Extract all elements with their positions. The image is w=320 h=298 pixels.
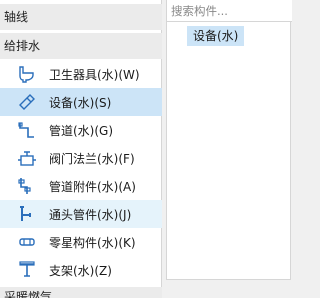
tree-item-pipe[interactable]: 管道(水)(G) xyxy=(0,116,162,144)
category-axis[interactable]: 轴线 xyxy=(0,4,162,30)
tree-item-pipe-accessory[interactable]: 管道附件(水)(A) xyxy=(0,172,162,200)
valve-flange-icon xyxy=(16,147,38,169)
pipe-icon xyxy=(16,119,38,141)
misc-component-icon xyxy=(16,231,38,253)
category-water[interactable]: 给排水 xyxy=(0,33,162,59)
tree-item-label: 管道(水)(G) xyxy=(49,123,114,138)
category-hvac[interactable]: 采暖燃气 xyxy=(0,287,162,298)
pipe-accessory-icon xyxy=(16,175,38,197)
component-item-equipment[interactable]: 设备(水) xyxy=(187,26,245,46)
panel-footer xyxy=(166,280,291,298)
tree-item-label: 管道附件(水)(A) xyxy=(49,179,136,194)
tree-item-misc-component[interactable]: 零星构件(水)(K) xyxy=(0,228,162,256)
tree-item-equipment[interactable]: 设备(水)(S) xyxy=(0,88,162,116)
search-input[interactable] xyxy=(167,0,292,21)
equipment-icon xyxy=(16,91,38,113)
bracket-icon xyxy=(16,259,38,281)
tree-item-bracket[interactable]: 支架(水)(Z) xyxy=(0,256,162,284)
tree-item-label: 零星构件(水)(K) xyxy=(49,235,136,250)
search-box xyxy=(167,0,292,22)
tree-item-label: 支架(水)(Z) xyxy=(49,263,112,278)
tree-item-valve-flange[interactable]: 阀门法兰(水)(F) xyxy=(0,144,162,172)
tree-item-label: 阀门法兰(水)(F) xyxy=(49,151,135,166)
tree-item-label: 通头管件(水)(J) xyxy=(49,207,132,222)
tree-item-pipe-fitting[interactable]: 通头管件(水)(J) xyxy=(0,200,162,228)
pipe-fitting-icon xyxy=(16,203,38,225)
category-tree-panel: 轴线 给排水 卫生器具(水)(W) 设备(水)(S) 管道(水)(G) 阀门法兰… xyxy=(0,0,162,298)
sanitary-fixture-icon xyxy=(16,63,38,85)
component-list-panel: 设备(水) xyxy=(166,0,292,280)
tree-item-sanitary-fixture[interactable]: 卫生器具(水)(W) xyxy=(0,60,162,88)
tree-item-label: 卫生器具(水)(W) xyxy=(49,67,140,82)
tree-item-label: 设备(水)(S) xyxy=(49,95,112,110)
